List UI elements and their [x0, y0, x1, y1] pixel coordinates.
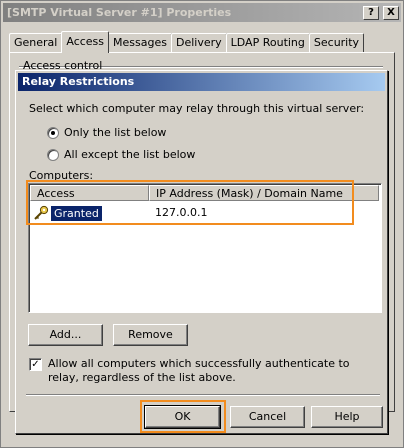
- help-title-button[interactable]: ?: [363, 5, 379, 20]
- ip-value: 127.0.0.1: [155, 206, 208, 219]
- remove-button[interactable]: Remove: [113, 324, 188, 346]
- tab-security[interactable]: Security: [308, 33, 365, 53]
- add-button[interactable]: Add...: [28, 324, 103, 346]
- cancel-button[interactable]: Cancel: [230, 406, 305, 428]
- dialog-title: Relay Restrictions: [22, 75, 135, 88]
- list-item[interactable]: Granted 127.0.0.1: [31, 204, 207, 222]
- tab-messages[interactable]: Messages: [108, 33, 172, 53]
- radio-all-except-label[interactable]: All except the list below: [64, 148, 195, 161]
- ok-button[interactable]: OK: [144, 405, 221, 429]
- dialog-titlebar[interactable]: Relay Restrictions: [18, 73, 385, 91]
- tab-ldap-routing[interactable]: LDAP Routing: [225, 33, 310, 53]
- column-header-access[interactable]: Access: [30, 185, 149, 201]
- tab-access[interactable]: Access: [61, 31, 110, 53]
- radio-only-list-label[interactable]: Only the list below: [64, 126, 166, 139]
- authenticate-relay-checkbox[interactable]: ✓: [29, 358, 42, 371]
- relay-restrictions-dialog: Relay Restrictions Select which computer…: [15, 70, 388, 434]
- column-header-ip[interactable]: IP Address (Mask) / Domain Name: [149, 185, 379, 201]
- authenticate-relay-label[interactable]: Allow all computers which successfully a…: [48, 357, 379, 385]
- computers-list[interactable]: Access IP Address (Mask) / Domain Name G…: [28, 183, 382, 313]
- key-icon: [34, 205, 49, 220]
- radio-only-list[interactable]: [47, 126, 59, 139]
- close-title-button[interactable]: X: [383, 5, 399, 20]
- computers-label: Computers:: [29, 169, 94, 182]
- bottom-separator: [26, 394, 380, 396]
- radio-all-except[interactable]: [47, 148, 59, 161]
- radio-all-except-row[interactable]: All except the list below: [47, 148, 195, 161]
- outer-window-title: [SMTP Virtual Server #1] Properties: [7, 6, 232, 19]
- tab-strip: General Access Messages Delivery LDAP Ro…: [9, 31, 365, 53]
- tab-general[interactable]: General: [9, 33, 63, 53]
- authenticate-relay-row[interactable]: ✓ Allow all computers which successfully…: [29, 357, 379, 385]
- tab-delivery[interactable]: Delivery: [170, 33, 227, 53]
- help-button[interactable]: Help: [311, 406, 383, 428]
- list-header: Access IP Address (Mask) / Domain Name: [30, 185, 379, 201]
- access-value[interactable]: Granted: [51, 205, 102, 221]
- radio-only-list-row[interactable]: Only the list below: [47, 126, 166, 139]
- outer-titlebar[interactable]: [SMTP Virtual Server #1] Properties ? X: [3, 3, 401, 22]
- relay-prompt: Select which computer may relay through …: [29, 102, 365, 115]
